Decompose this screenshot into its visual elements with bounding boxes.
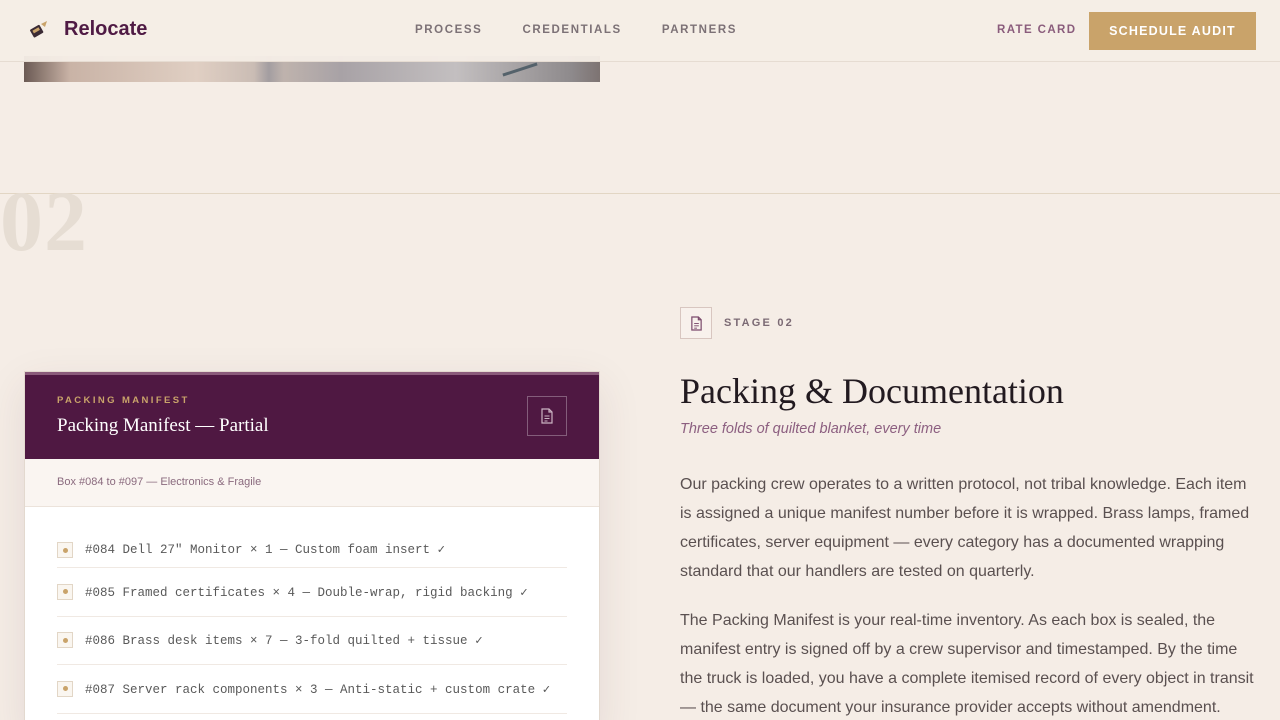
- section-title: Packing & Documentation: [680, 371, 1064, 411]
- main-nav: PROCESS CREDENTIALS PARTNERS: [415, 24, 777, 36]
- section-number: 02: [0, 173, 88, 269]
- manifest-item-text: #086 Brass desk items × 7 — 3-fold quilt…: [85, 634, 483, 649]
- manifest-item-text: #087 Server rack components × 3 — Anti-s…: [85, 682, 551, 697]
- list-item: #087 Server rack components × 3 — Anti-s…: [57, 665, 567, 714]
- section-paragraph: Our packing crew operates to a written p…: [680, 476, 1250, 580]
- manifest-items: #084 Dell 27" Monitor × 1 — Custom foam …: [25, 507, 599, 714]
- stage-indicator: STAGE 02: [680, 307, 794, 339]
- manifest-item-text: #084 Dell 27" Monitor × 1 — Custom foam …: [85, 543, 446, 557]
- nav-credentials[interactable]: CREDENTIALS: [522, 24, 621, 36]
- manifest-item-text: #085 Framed certificates × 4 — Double-wr…: [85, 585, 528, 600]
- brand-logo-link[interactable]: Relocate: [28, 18, 147, 41]
- site-header: Relocate PROCESS CREDENTIALS PARTNERS RA…: [0, 0, 1280, 62]
- manifest-card-header: PACKING MANIFEST Packing Manifest — Part…: [25, 372, 599, 459]
- nav-partners[interactable]: PARTNERS: [662, 24, 737, 36]
- document-icon: [680, 307, 712, 339]
- stage-label: STAGE 02: [724, 317, 794, 329]
- rate-card-link[interactable]: RATE CARD: [997, 24, 1076, 36]
- section-tagline: Three folds of quilted blanket, every ti…: [680, 421, 942, 437]
- schedule-audit-button[interactable]: SCHEDULE AUDIT: [1089, 12, 1256, 50]
- photo-pen: [502, 62, 538, 77]
- check-dot-icon: [57, 632, 73, 649]
- document-icon: [540, 408, 554, 424]
- manifest-document-button[interactable]: [527, 396, 567, 436]
- section-paragraph: The Packing Manifest is your real-time i…: [680, 612, 1254, 716]
- manifest-subtitle: Box #084 to #097 — Electronics & Fragile: [25, 459, 599, 507]
- check-dot-icon: [57, 542, 73, 558]
- section-divider: [0, 193, 1280, 194]
- list-item: #084 Dell 27" Monitor × 1 — Custom foam …: [57, 529, 567, 568]
- check-dot-icon: [57, 583, 73, 600]
- list-item: #086 Brass desk items × 7 — 3-fold quilt…: [57, 617, 567, 665]
- check-dot-icon: [57, 680, 73, 697]
- packing-manifest-card: PACKING MANIFEST Packing Manifest — Part…: [24, 371, 600, 720]
- nav-process[interactable]: PROCESS: [415, 24, 482, 36]
- brand-name: Relocate: [64, 18, 148, 40]
- brush-logo-icon: [28, 19, 50, 41]
- manifest-eyebrow: PACKING MANIFEST: [57, 395, 190, 406]
- list-item: #085 Framed certificates × 4 — Double-wr…: [57, 568, 567, 617]
- manifest-title: Packing Manifest — Partial: [57, 415, 269, 436]
